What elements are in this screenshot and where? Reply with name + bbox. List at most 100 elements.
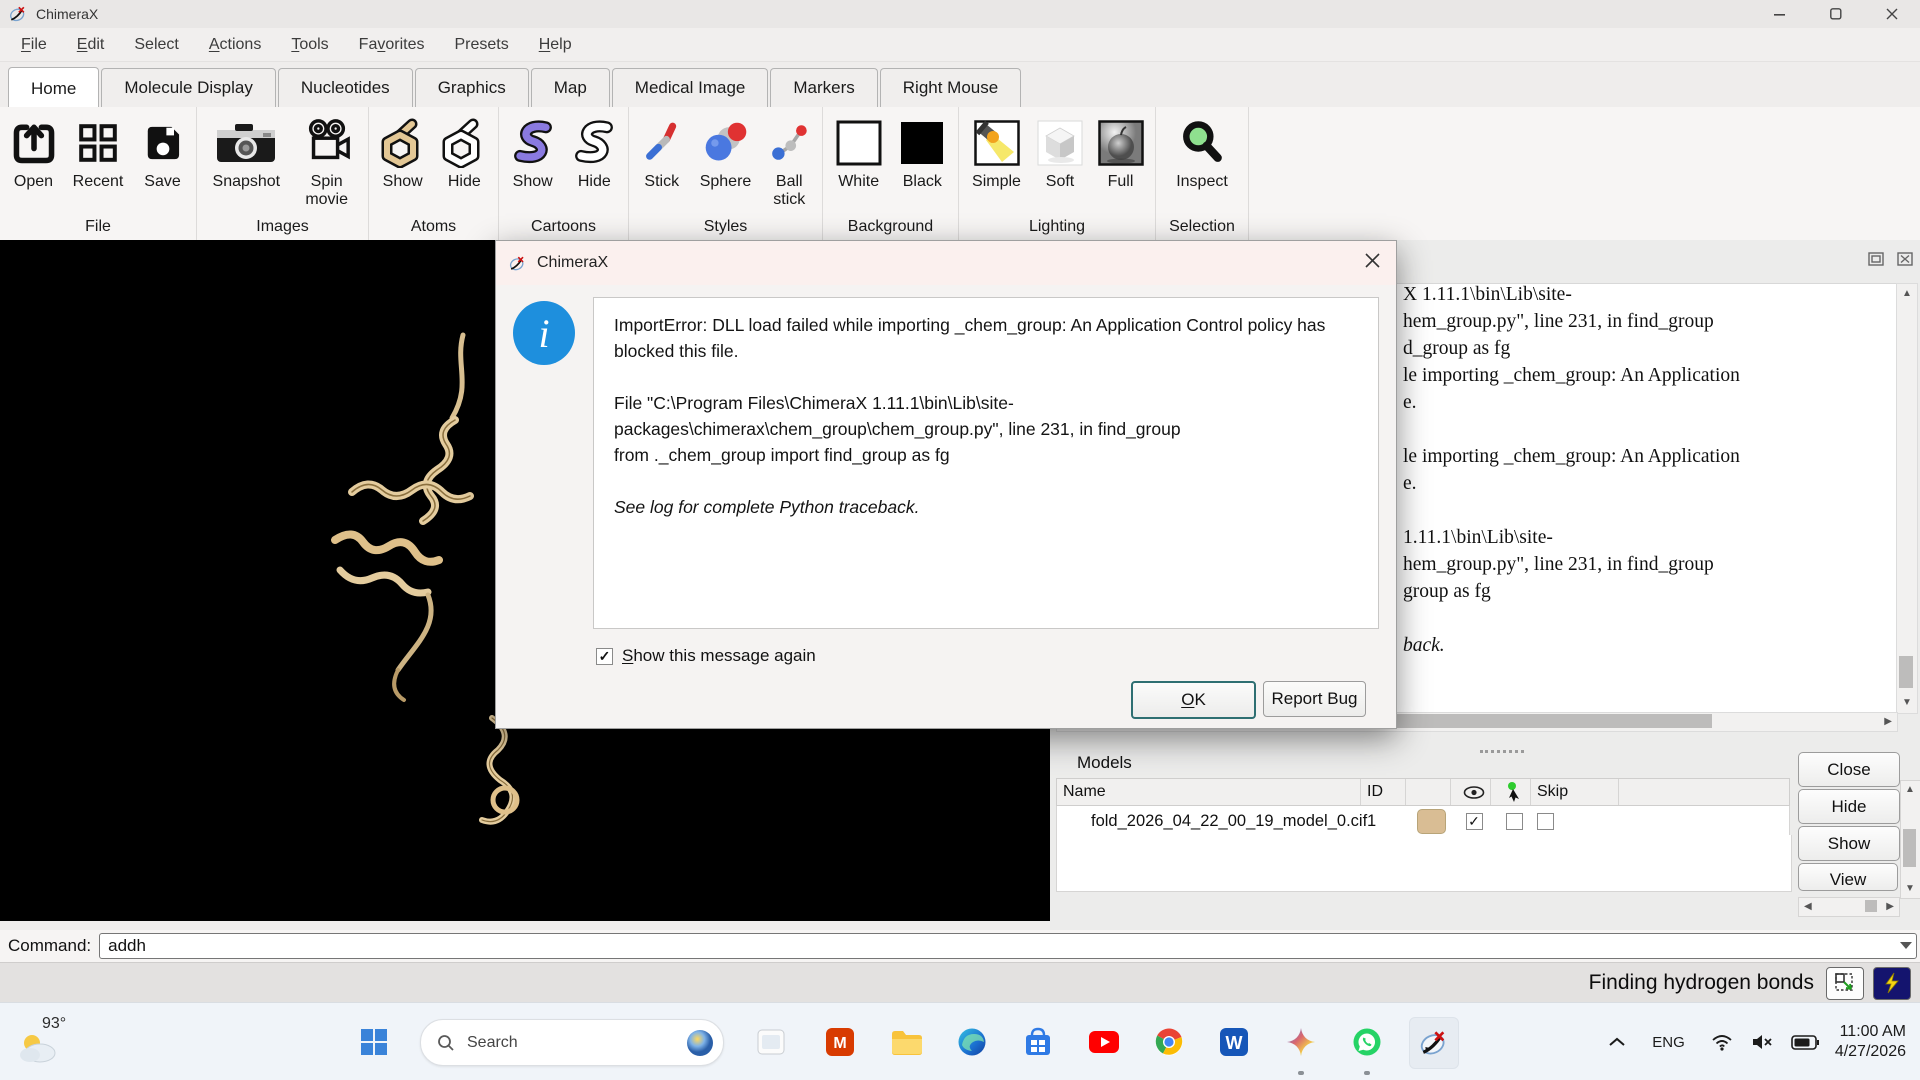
models-hide-button[interactable]: Hide: [1798, 789, 1900, 824]
spin-movie-button[interactable]: Spin movie: [296, 115, 358, 210]
minimize-button[interactable]: [1752, 0, 1808, 28]
cartoons-hide-button[interactable]: Hide: [566, 115, 622, 191]
models-show-button[interactable]: Show: [1798, 826, 1900, 861]
log-float-icon[interactable]: [1868, 252, 1885, 267]
taskbar-app-edge[interactable]: [948, 1017, 996, 1067]
log-vscroll-thumb[interactable]: [1899, 656, 1913, 688]
models-vertical-scrollbar[interactable]: ▲ ▼: [1900, 780, 1920, 899]
column-header-shown[interactable]: [1451, 779, 1491, 805]
snapshot-button[interactable]: Snapshot: [207, 115, 285, 191]
wifi-icon[interactable]: [1711, 1033, 1733, 1051]
scroll-right-icon[interactable]: ▶: [1886, 902, 1894, 912]
scroll-left-icon[interactable]: ◀: [1804, 902, 1812, 912]
snapshot-icon: [215, 115, 277, 171]
search-highlight-icon[interactable]: [685, 1028, 715, 1058]
atoms-hide-button[interactable]: Hide: [436, 115, 492, 191]
model-skip-checkbox[interactable]: [1537, 813, 1554, 830]
menu-item-tools[interactable]: Tools: [276, 36, 343, 54]
tab-nucleotides[interactable]: Nucleotides: [278, 68, 413, 107]
atoms-show-button[interactable]: Show: [375, 115, 431, 191]
lighting-full-button[interactable]: Full: [1095, 115, 1147, 191]
models-close-button[interactable]: Close: [1798, 752, 1900, 787]
maximize-button[interactable]: [1808, 0, 1864, 28]
stick-button[interactable]: Stick: [636, 115, 688, 191]
lighting-simple-button[interactable]: Simple: [968, 115, 1026, 191]
column-header-color[interactable]: [1406, 779, 1451, 805]
scroll-right-icon[interactable]: ▶: [1884, 717, 1892, 727]
start-button[interactable]: [350, 1017, 398, 1067]
taskbar-app-chrome[interactable]: [1145, 1017, 1193, 1067]
column-header-selected[interactable]: [1491, 779, 1531, 805]
models-horizontal-scrollbar[interactable]: ◀ ▶: [1798, 897, 1900, 917]
language-indicator[interactable]: ENG: [1652, 1034, 1685, 1051]
info-icon: i: [513, 301, 575, 365]
fast-mode-button[interactable]: [1873, 967, 1911, 1000]
ball-stick-button[interactable]: Ball stick: [763, 115, 815, 210]
column-header-name[interactable]: Name: [1057, 779, 1361, 805]
show-message-again-option[interactable]: ✓ Show this message again: [596, 646, 816, 666]
taskbar-app-gemini[interactable]: [1277, 1017, 1325, 1067]
tab-right-mouse[interactable]: Right Mouse: [880, 68, 1021, 107]
dialog-close-button[interactable]: [1365, 253, 1380, 273]
tray-clock[interactable]: 11:00 AM 4/27/2026: [1835, 1022, 1906, 1062]
report-bug-button[interactable]: Report Bug: [1263, 681, 1366, 717]
tray-chevron-up-icon[interactable]: [1608, 1036, 1626, 1048]
save-button[interactable]: Save: [132, 115, 194, 191]
model-row[interactable]: fold_2026_04_22_00_19_model_0.cif 1 ✓: [1056, 806, 1790, 838]
tab-graphics[interactable]: Graphics: [415, 68, 529, 107]
tab-map[interactable]: Map: [531, 68, 610, 107]
scroll-up-icon[interactable]: ▲: [1902, 289, 1912, 299]
model-color-swatch[interactable]: [1417, 809, 1446, 834]
sphere-button[interactable]: Sphere: [695, 115, 757, 191]
menu-item-presets[interactable]: Presets: [439, 36, 523, 54]
taskbar-app-youtube[interactable]: [1080, 1017, 1128, 1067]
tab-home[interactable]: Home: [8, 67, 99, 108]
open-button[interactable]: Open: [3, 115, 65, 191]
taskbar-app-m365[interactable]: M: [816, 1017, 864, 1067]
command-input[interactable]: [106, 934, 1880, 958]
model-selected-checkbox[interactable]: [1506, 813, 1523, 830]
menu-item-actions[interactable]: Actions: [194, 36, 276, 54]
models-view-button[interactable]: View: [1798, 863, 1898, 891]
lighting-soft-button[interactable]: Soft: [1034, 115, 1086, 191]
taskbar-app-file-explorer[interactable]: [882, 1017, 930, 1067]
menu-item-select[interactable]: Select: [119, 36, 193, 54]
inspect-button[interactable]: Inspect: [1168, 115, 1236, 191]
taskbar-app-word[interactable]: W: [1210, 1017, 1258, 1067]
show-message-again-checkbox[interactable]: ✓: [596, 648, 613, 665]
log-close-icon[interactable]: [1897, 252, 1914, 267]
menu-item-file[interactable]: File: [6, 36, 62, 54]
log-vertical-scrollbar[interactable]: ▲ ▼: [1896, 283, 1918, 714]
column-header-id[interactable]: ID: [1361, 779, 1406, 805]
weather-widget[interactable]: 93°: [14, 1011, 84, 1073]
tab-markers[interactable]: Markers: [770, 68, 877, 107]
menu-item-favorites[interactable]: Favorites: [344, 36, 440, 54]
close-button[interactable]: [1864, 0, 1920, 28]
resize-graphics-button[interactable]: [1826, 967, 1864, 1000]
column-header-skip[interactable]: Skip: [1531, 779, 1619, 805]
battery-icon[interactable]: [1791, 1035, 1819, 1050]
background-black-button[interactable]: Black: [894, 115, 950, 191]
menu-item-help[interactable]: Help: [524, 36, 587, 54]
tab-molecule-display[interactable]: Molecule Display: [101, 68, 276, 107]
panel-drag-handle[interactable]: [1480, 747, 1524, 753]
background-white-button[interactable]: White: [831, 115, 887, 191]
ok-button[interactable]: OK: [1131, 681, 1256, 719]
taskbar-app-store[interactable]: [1014, 1017, 1062, 1067]
cartoons-show-button[interactable]: Show: [505, 115, 561, 191]
model-shown-checkbox[interactable]: ✓: [1466, 813, 1483, 830]
taskbar-app-chimerax-active[interactable]: [1409, 1017, 1459, 1069]
scroll-up-icon[interactable]: ▲: [1905, 785, 1915, 795]
taskbar-app-whatsapp[interactable]: [1343, 1017, 1391, 1067]
scroll-down-icon[interactable]: ▼: [1902, 698, 1912, 708]
dialog-titlebar[interactable]: ChimeraX: [496, 241, 1396, 285]
taskbar-search[interactable]: Search: [420, 1019, 724, 1066]
model-name[interactable]: fold_2026_04_22_00_19_model_0.cif: [1057, 812, 1361, 831]
taskbar-app-window[interactable]: [747, 1017, 795, 1067]
scroll-down-icon[interactable]: ▼: [1905, 884, 1915, 894]
menu-item-edit[interactable]: Edit: [62, 36, 120, 54]
recent-button[interactable]: Recent: [67, 115, 129, 191]
command-dropdown-icon[interactable]: [1900, 942, 1912, 949]
tab-medical-image[interactable]: Medical Image: [612, 68, 769, 107]
volume-muted-icon[interactable]: [1751, 1033, 1775, 1051]
